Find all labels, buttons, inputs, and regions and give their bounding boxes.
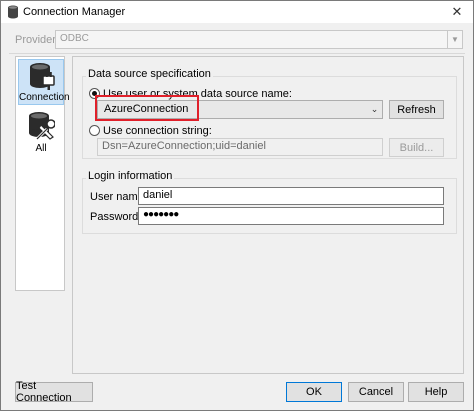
use-dsn-radio[interactable] (89, 88, 100, 99)
separator (9, 53, 465, 54)
dsn-combo[interactable]: AzureConnection ⌄ (97, 100, 383, 119)
password-label: Password: (90, 211, 142, 223)
nav-item-all[interactable]: All (18, 109, 64, 155)
chevron-down-icon: ⌄ (370, 104, 379, 114)
database-plug-icon (30, 63, 55, 90)
provider-select[interactable]: ODBC ▼ (55, 30, 463, 49)
login-group-title: Login information (86, 170, 175, 182)
use-connection-string-label: Use connection string: (103, 125, 212, 137)
data-source-group-title: Data source specification (86, 68, 213, 80)
connection-panel: Data source specification Use user or sy… (72, 56, 464, 374)
provider-label: Provider: (15, 34, 60, 46)
username-input[interactable]: daniel (138, 187, 444, 205)
close-icon: ✕ (451, 4, 463, 19)
cancel-button[interactable]: Cancel (348, 382, 404, 402)
build-button[interactable]: Build... (389, 138, 444, 157)
dsn-value: AzureConnection (104, 103, 189, 115)
database-icon (8, 5, 18, 19)
refresh-button[interactable]: Refresh (389, 100, 444, 119)
window-title: Connection Manager (23, 6, 126, 18)
password-input[interactable]: ●●●●●●● (138, 207, 444, 225)
chevron-down-icon: ▼ (447, 31, 462, 48)
use-dsn-label: Use user or system data source name: (103, 88, 292, 100)
title-bar: Connection Manager ✕ (1, 1, 473, 23)
close-button[interactable]: ✕ (445, 3, 469, 21)
nav-item-label: All (35, 143, 47, 154)
help-button[interactable]: Help (408, 382, 464, 402)
nav-item-label: Connection (19, 92, 70, 103)
page-navigator: Connection All (15, 56, 70, 291)
connection-manager-window: Connection Manager ✕ Provider: ODBC ▼ Co… (0, 0, 474, 411)
use-connection-string-radio[interactable] (89, 125, 100, 136)
tools-icon (29, 112, 55, 141)
nav-item-connection[interactable]: Connection (18, 59, 70, 105)
test-connection-button[interactable]: Test Connection (15, 380, 93, 404)
provider-value: ODBC (60, 33, 89, 44)
ok-button[interactable]: OK (286, 382, 342, 402)
connection-string-input[interactable]: Dsn=AzureConnection;uid=daniel (97, 138, 383, 156)
